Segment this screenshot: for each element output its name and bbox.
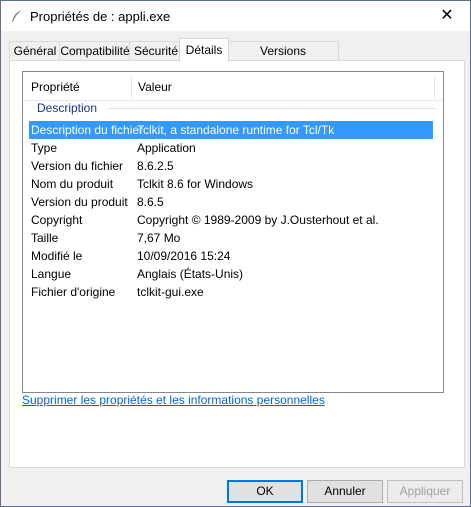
- group-header-description: Description: [37, 101, 98, 115]
- property-value: 7,67 Mo: [137, 231, 181, 245]
- property-value: Copyright © 1989-2009 by J.Ousterhout et…: [137, 213, 379, 227]
- column-header-value[interactable]: Valeur: [138, 80, 172, 94]
- property-name: Copyright: [31, 213, 83, 227]
- property-name: Description du fichier: [31, 123, 144, 137]
- list-header: Propriété Valeur: [23, 72, 443, 101]
- tab-previous-versions[interactable]: Versions précédentes: [227, 41, 339, 77]
- list-item[interactable]: Description du fichier Tclkit, a standal…: [29, 121, 433, 139]
- list-item[interactable]: Modifié le 10/09/2016 15:24: [29, 247, 433, 265]
- feather-icon: [12, 10, 22, 22]
- list-item[interactable]: Nom du produit Tclkit 8.6 for Windows: [29, 175, 433, 193]
- apply-button[interactable]: Appliquer: [387, 480, 463, 503]
- property-name: Modifié le: [31, 249, 83, 263]
- column-divider[interactable]: [131, 76, 132, 98]
- property-value: tclkit-gui.exe: [137, 285, 204, 299]
- group-divider: [107, 108, 437, 109]
- property-value: 10/09/2016 15:24: [137, 249, 231, 263]
- property-value: 8.6.2.5: [137, 159, 174, 173]
- property-name: Version du produit: [31, 195, 128, 209]
- properties-dialog: Propriétés de : appli.exe ✕ Général Comp…: [0, 0, 471, 507]
- property-value: Anglais (États-Unis): [137, 267, 244, 281]
- property-value: Tclkit, a standalone runtime for Tcl/Tk: [137, 123, 335, 137]
- property-value: Tclkit 8.6 for Windows: [137, 177, 254, 191]
- remove-properties-link[interactable]: Supprimer les propriétés et les informat…: [22, 393, 325, 407]
- property-name: Fichier d'origine: [31, 285, 116, 299]
- close-button[interactable]: ✕: [424, 1, 470, 31]
- properties-list[interactable]: Propriété Valeur Description Description…: [22, 71, 444, 393]
- ok-button[interactable]: OK: [227, 480, 303, 503]
- title-bar[interactable]: Propriétés de : appli.exe ✕: [1, 1, 470, 31]
- property-name: Version du fichier: [31, 159, 124, 173]
- property-name: Langue: [31, 267, 72, 281]
- column-divider[interactable]: [434, 76, 435, 98]
- list-item[interactable]: Langue Anglais (États-Unis): [29, 265, 433, 283]
- list-item[interactable]: Taille 7,67 Mo: [29, 229, 433, 247]
- list-item[interactable]: Version du fichier 8.6.2.5: [29, 157, 433, 175]
- column-header-property[interactable]: Propriété: [31, 80, 80, 94]
- tab-details[interactable]: Détails: [179, 38, 229, 62]
- cancel-button[interactable]: Annuler: [307, 480, 383, 503]
- tab-security[interactable]: Sécurité: [129, 41, 183, 61]
- property-value: 8.6.5: [137, 195, 164, 209]
- property-name: Taille: [31, 231, 59, 245]
- list-item[interactable]: Type Application: [29, 139, 433, 157]
- property-name: Type: [31, 141, 58, 155]
- property-name: Nom du produit: [31, 177, 114, 191]
- property-value: Application: [137, 141, 196, 155]
- list-item[interactable]: Fichier d'origine tclkit-gui.exe: [29, 283, 433, 301]
- tab-general[interactable]: Général: [9, 41, 61, 61]
- details-panel: Propriété Valeur Description Description…: [9, 60, 465, 468]
- list-item[interactable]: Version du produit 8.6.5: [29, 193, 433, 211]
- tab-compatibility[interactable]: Compatibilité: [59, 41, 131, 61]
- window-title: Propriétés de : appli.exe: [30, 9, 171, 24]
- list-item[interactable]: Copyright Copyright © 1989-2009 by J.Ous…: [29, 211, 433, 229]
